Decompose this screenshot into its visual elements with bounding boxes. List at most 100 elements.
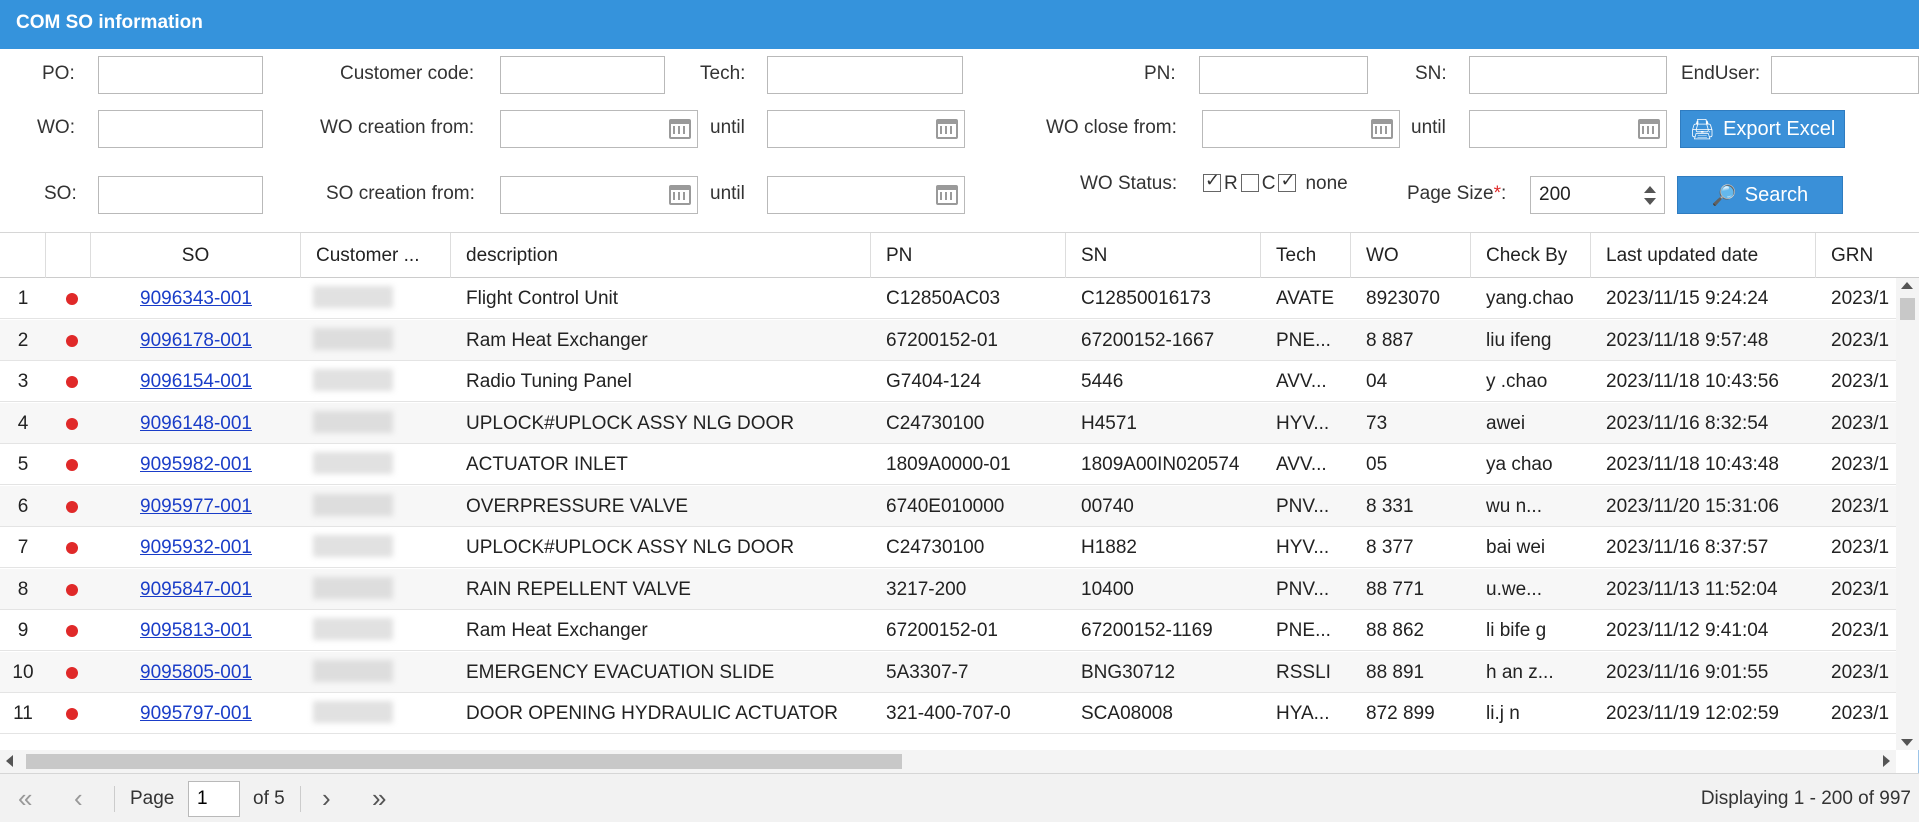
calendar-icon[interactable]: [1638, 119, 1660, 139]
table-row[interactable]: 1 9096343-001 Flight Control Unit C12850AC0…: [0, 278, 1896, 319]
row-number: 9: [17, 620, 29, 641]
prev-page-icon[interactable]: ‹: [74, 785, 83, 811]
scroll-right-icon[interactable]: [1883, 755, 1890, 767]
wo-creation-from-date[interactable]: [500, 110, 698, 148]
calendar-icon[interactable]: [936, 119, 958, 139]
so-creation-until-date[interactable]: [767, 176, 965, 214]
table-row[interactable]: 10 9095805-001 EMERGENCY EVACUATION SLIDE 5…: [0, 651, 1896, 693]
last-updated-cell: 2023/11/20 15:31:06: [1606, 495, 1779, 517]
calendar-icon[interactable]: [936, 185, 958, 205]
page-size-spinner[interactable]: 200: [1530, 176, 1665, 214]
scroll-thumb[interactable]: [1900, 298, 1915, 320]
so-link[interactable]: 9096154-001: [91, 361, 301, 402]
so-link[interactable]: 9096343-001: [91, 278, 301, 319]
status-none-checkbox[interactable]: [1278, 170, 1297, 192]
spin-down-icon[interactable]: [1644, 198, 1656, 205]
status-dot-icon: [66, 542, 78, 554]
col-last-updated[interactable]: Last updated date: [1591, 233, 1816, 278]
spin-up-icon[interactable]: [1644, 186, 1656, 193]
so-link[interactable]: 9095847-001: [91, 569, 301, 610]
pn-cell: C24730100: [886, 537, 985, 558]
so-creation-from-date[interactable]: [500, 176, 698, 214]
status-dot-icon: [66, 625, 78, 637]
col-wo[interactable]: WO: [1351, 233, 1471, 278]
sn-cell: 67200152-1169: [1081, 620, 1213, 641]
wo-creation-until-date[interactable]: [767, 110, 965, 148]
sn-cell: H4571: [1081, 412, 1137, 434]
so-link[interactable]: 9095982-001: [91, 444, 301, 485]
status-r-checkbox[interactable]: [1203, 170, 1221, 192]
scroll-up-icon[interactable]: [1901, 282, 1913, 289]
customer-code-input[interactable]: [500, 56, 665, 94]
col-tech[interactable]: Tech: [1261, 233, 1351, 278]
scroll-left-icon[interactable]: [6, 755, 13, 767]
until-label: until: [710, 183, 745, 204]
export-excel-button[interactable]: 🖨 Export Excel: [1680, 110, 1845, 148]
tech-cell: PNV...: [1276, 578, 1330, 600]
so-link[interactable]: 9095797-001: [91, 693, 301, 734]
pn-cell: 67200152-01: [886, 620, 998, 641]
pn-cell: C12850AC03: [886, 288, 1001, 309]
so-link[interactable]: 9096178-001: [91, 320, 301, 361]
col-sn[interactable]: SN: [1066, 233, 1261, 278]
horizontal-scrollbar[interactable]: [0, 750, 1896, 773]
so-link[interactable]: 9095813-001: [91, 610, 301, 651]
calendar-icon[interactable]: [669, 119, 691, 139]
pn-cell: 321-400-707-0: [886, 703, 1011, 724]
scroll-thumb[interactable]: [26, 754, 902, 769]
table-row[interactable]: 3 9096154-001 Radio Tuning Panel G7404-124 5…: [0, 361, 1896, 402]
so-link[interactable]: 9095977-001: [91, 486, 301, 527]
col-customer[interactable]: Customer ...: [301, 233, 451, 278]
calendar-icon[interactable]: [669, 185, 691, 205]
redacted-mask: [313, 410, 393, 433]
page-number-input[interactable]: [188, 781, 240, 817]
row-number: 10: [12, 661, 34, 683]
printer-icon: 🖨: [1689, 118, 1716, 141]
sn-cell: 1809A00IN020574: [1081, 454, 1240, 475]
wo-cell: 05: [1366, 454, 1388, 475]
table-row[interactable]: 8 9095847-001 RAIN REPELLENT VALVE 3217-200…: [0, 568, 1896, 610]
calendar-icon[interactable]: [1371, 119, 1393, 139]
vertical-scrollbar[interactable]: [1896, 278, 1919, 750]
first-page-icon[interactable]: «: [18, 785, 32, 811]
wo-cell: 73: [1366, 412, 1388, 434]
check-by-cell: bai wei: [1486, 537, 1546, 558]
next-page-icon[interactable]: ›: [322, 785, 331, 811]
scroll-down-icon[interactable]: [1901, 739, 1913, 746]
pn-input[interactable]: [1199, 56, 1368, 94]
last-page-icon[interactable]: »: [372, 785, 386, 811]
so-input[interactable]: [98, 176, 263, 214]
enduser-input[interactable]: [1771, 56, 1919, 94]
table-row[interactable]: 5 9095982-001 ACTUATOR INLET 1809A0000-01 18…: [0, 444, 1896, 485]
last-updated-cell: 2023/11/15 9:24:24: [1606, 288, 1769, 309]
wo-input[interactable]: [98, 110, 263, 148]
col-description[interactable]: description: [451, 233, 871, 278]
table-row[interactable]: 9 9095813-001 Ram Heat Exchanger 67200152-0…: [0, 610, 1896, 651]
so-link[interactable]: 9096148-001: [91, 403, 301, 444]
check-by-cell: ya chao: [1486, 454, 1553, 475]
tech-input[interactable]: [767, 56, 963, 94]
table-row[interactable]: 11 9095797-001 DOOR OPENING HYDRAULIC ACTU…: [0, 693, 1896, 734]
col-so[interactable]: SO: [91, 233, 301, 278]
table-row[interactable]: 6 9095977-001 OVERPRESSURE VALVE 6740E01000…: [0, 485, 1896, 527]
customer-cell: [301, 361, 451, 402]
col-pn[interactable]: PN: [871, 233, 1066, 278]
status-c-checkbox[interactable]: [1240, 174, 1259, 192]
col-check-by[interactable]: Check By: [1471, 233, 1591, 278]
sn-input[interactable]: [1469, 56, 1667, 94]
po-input[interactable]: [98, 56, 263, 94]
table-row[interactable]: 2 9096178-001 Ram Heat Exchanger 67200152-0…: [0, 319, 1896, 361]
table-row[interactable]: 4 9096148-001 UPLOCK#UPLOCK ASSY NLG DOOR C…: [0, 402, 1896, 444]
so-link[interactable]: 9095805-001: [91, 652, 301, 693]
sn-cell: 67200152-1667: [1081, 329, 1215, 351]
customer-cell: [301, 486, 451, 527]
so-link[interactable]: 9095932-001: [91, 527, 301, 568]
customer-cell: [301, 278, 451, 319]
col-grn[interactable]: GRN: [1816, 233, 1919, 278]
wo-close-until-date[interactable]: [1469, 110, 1667, 148]
table-row[interactable]: 7 9095932-001 UPLOCK#UPLOCK ASSY NLG DOOR C…: [0, 527, 1896, 568]
search-button[interactable]: 🔎 Search: [1677, 176, 1843, 214]
wo-close-from-date[interactable]: [1202, 110, 1400, 148]
display-summary: Displaying 1 - 200 of 997: [1700, 788, 1911, 809]
sn-cell: SCA08008: [1081, 703, 1173, 724]
